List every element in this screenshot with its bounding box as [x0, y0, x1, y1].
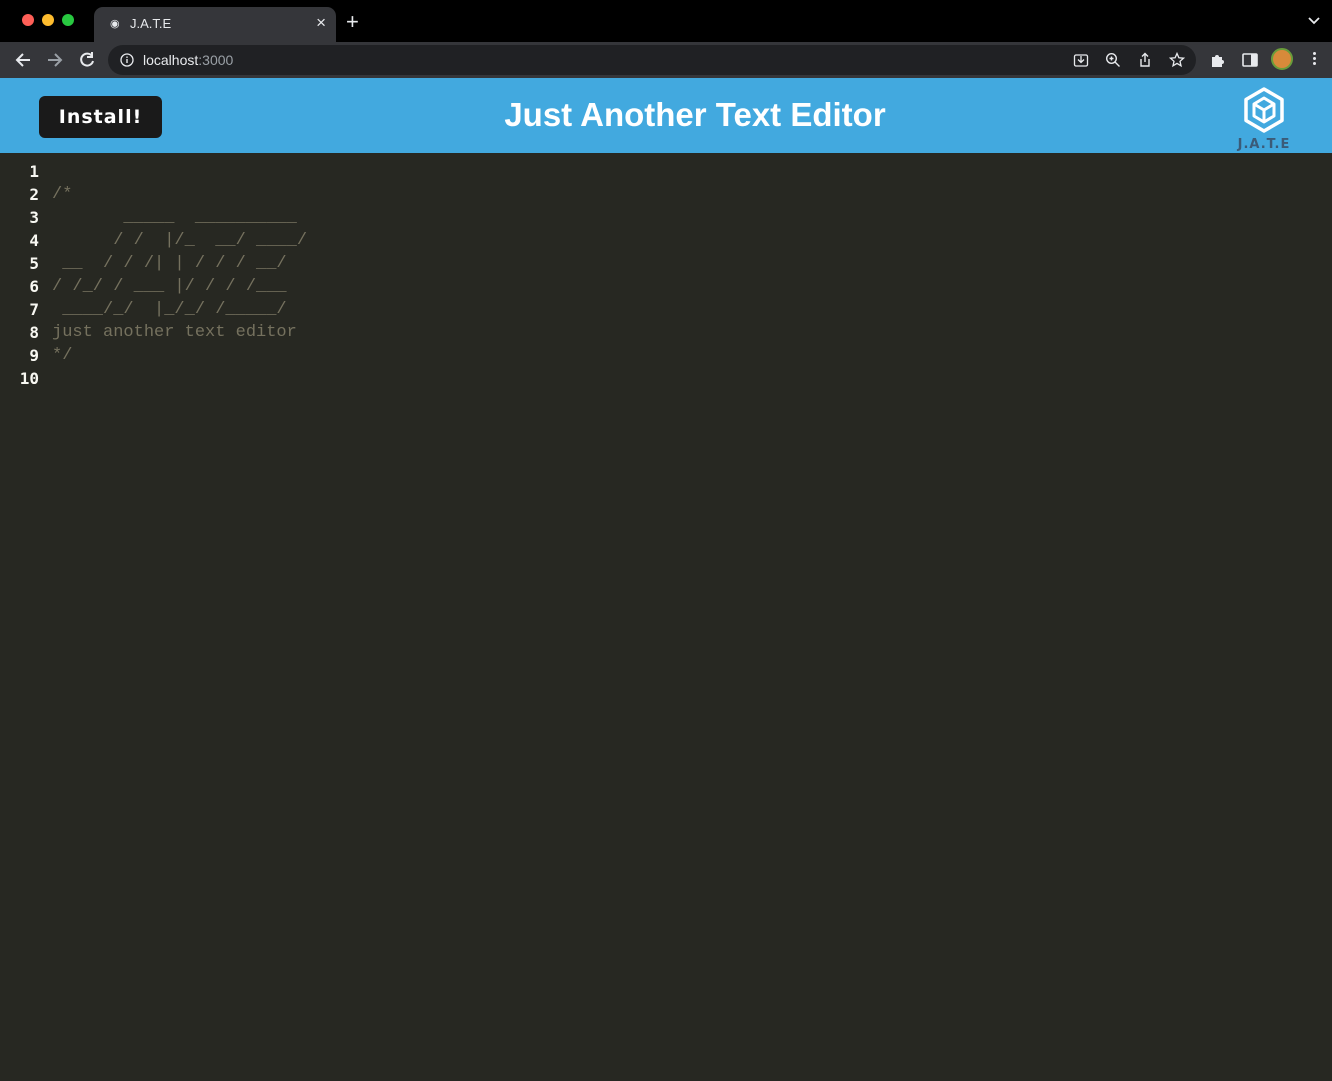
code-line[interactable]: _____ __________ — [52, 206, 307, 229]
code-line[interactable]: __ / / /| | / / / __/ — [52, 252, 307, 275]
logo-text: J.A.T.E — [1237, 137, 1291, 152]
code-line[interactable]: */ — [52, 344, 307, 367]
code-line[interactable]: / /_/ / ___ |/ / / /___ — [52, 275, 307, 298]
side-panel-icon[interactable] — [1241, 51, 1259, 69]
code-editor[interactable]: 1 2 3 4 5 6 7 8 9 10 /* _____ __________… — [0, 153, 1332, 1081]
line-number: 3 — [29, 208, 39, 227]
tab-search-chevron-icon[interactable] — [1308, 14, 1320, 26]
page-title: Just Another Text Editor — [504, 96, 886, 133]
code-line[interactable]: /* — [52, 183, 307, 206]
code-line[interactable] — [52, 160, 307, 183]
browser-toolbar: localhost:3000 — [0, 42, 1332, 78]
logo-hexagon-icon — [1244, 87, 1284, 133]
line-number: 10 — [19, 369, 39, 388]
install-app-icon[interactable] — [1073, 52, 1089, 68]
new-tab-button[interactable]: + — [346, 9, 359, 35]
favicon-icon: ◉ — [110, 18, 120, 30]
browser-menu-icon[interactable] — [1310, 51, 1318, 67]
back-arrow-icon[interactable] — [13, 50, 33, 70]
code-content[interactable]: /* _____ __________ / / |/_ __/ ____/ __… — [52, 160, 307, 390]
line-number: 1 — [29, 162, 39, 181]
code-line[interactable] — [52, 367, 307, 390]
site-info-icon[interactable] — [120, 53, 134, 67]
app-header: Install! Just Another Text Editor J.A.T.… — [0, 78, 1332, 153]
logo: J.A.T.E — [1232, 86, 1296, 152]
code-line[interactable]: ____/_/ |_/_/ /_____/ — [52, 298, 307, 321]
zoom-icon[interactable] — [1105, 52, 1121, 68]
forward-arrow-icon[interactable] — [45, 50, 65, 70]
line-number: 4 — [29, 231, 39, 250]
close-window-button[interactable] — [22, 14, 34, 26]
app-root: Install! Just Another Text Editor J.A.T.… — [0, 78, 1332, 1081]
line-number: 9 — [29, 346, 39, 365]
bookmark-star-icon[interactable] — [1169, 52, 1185, 68]
profile-avatar[interactable] — [1271, 48, 1293, 70]
share-icon[interactable] — [1137, 52, 1153, 68]
tab-title: J.A.T.E — [130, 16, 172, 31]
line-number: 8 — [29, 323, 39, 342]
line-number: 7 — [29, 300, 39, 319]
code-line[interactable]: just another text editor — [52, 321, 307, 344]
extensions-icon[interactable] — [1209, 51, 1227, 69]
line-number: 5 — [29, 254, 39, 273]
reload-icon[interactable] — [77, 50, 97, 70]
maximize-window-button[interactable] — [62, 14, 74, 26]
code-line[interactable]: / / |/_ __/ ____/ — [52, 229, 307, 252]
address-bar[interactable]: localhost:3000 — [108, 45, 1196, 75]
minimize-window-button[interactable] — [42, 14, 54, 26]
url-text: localhost:3000 — [143, 52, 234, 68]
line-number: 6 — [29, 277, 39, 296]
line-number-gutter: 1 2 3 4 5 6 7 8 9 10 — [0, 160, 48, 390]
line-number: 2 — [29, 185, 39, 204]
browser-tabstrip: ◉ J.A.T.E × + — [0, 0, 1332, 42]
tab-close-icon[interactable]: × — [316, 13, 326, 33]
browser-tab[interactable]: ◉ J.A.T.E × — [94, 7, 336, 42]
